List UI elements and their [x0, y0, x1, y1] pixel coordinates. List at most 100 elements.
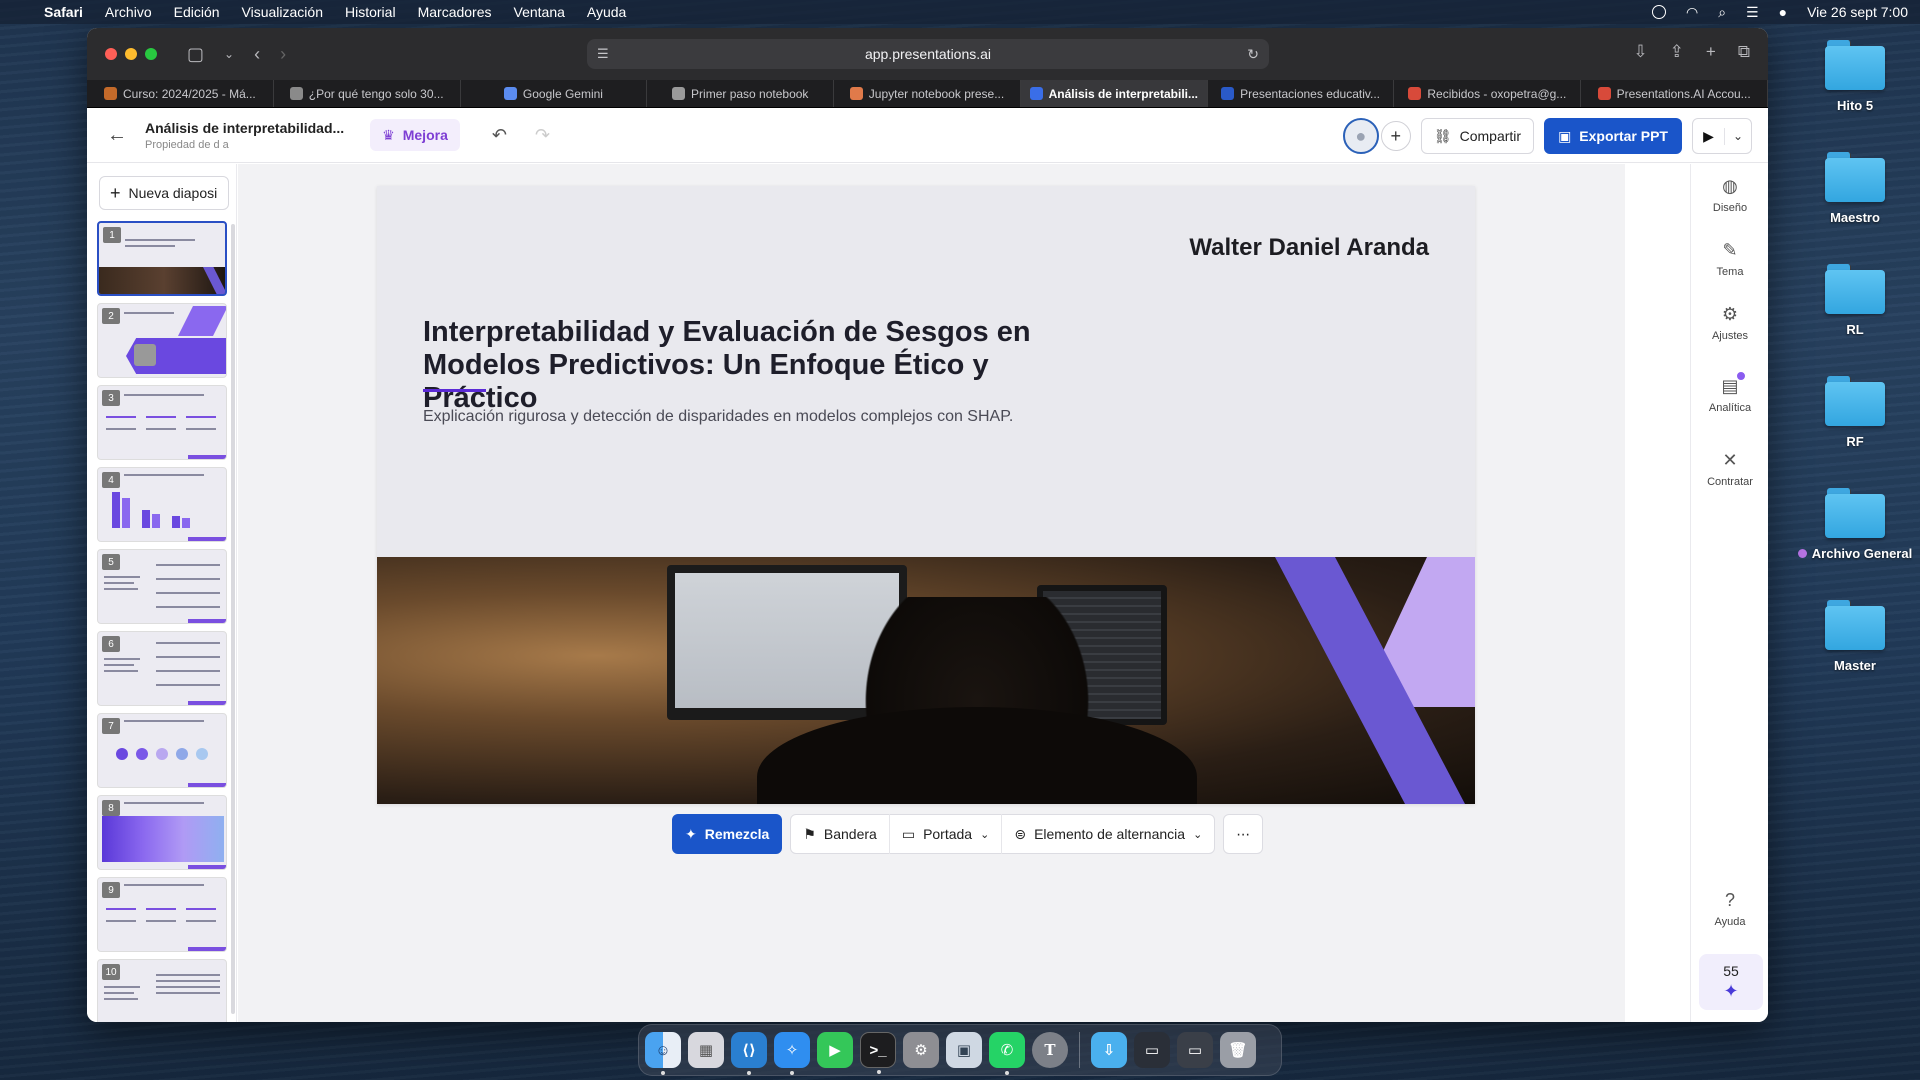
downloads-icon[interactable]: ⇩: [1633, 42, 1647, 62]
slide-author[interactable]: Walter Daniel Aranda: [1189, 234, 1429, 262]
menu-archivo[interactable]: Archivo: [105, 4, 152, 20]
facetime-icon[interactable]: ▶: [817, 1032, 853, 1068]
reload-icon[interactable]: ↻: [1247, 46, 1259, 63]
launchpad-icon[interactable]: ▦: [688, 1032, 724, 1068]
finder-icon[interactable]: ☺: [645, 1032, 681, 1075]
chevron-down-icon[interactable]: ⌄: [224, 47, 234, 61]
desktop-folder-maestro[interactable]: Maestro: [1790, 152, 1920, 225]
thumbnail-scrollbar[interactable]: [231, 224, 235, 1014]
minimize-window-button[interactable]: [125, 48, 137, 60]
redo-icon[interactable]: ↷: [535, 125, 550, 146]
safari-icon[interactable]: ✧: [774, 1032, 810, 1075]
address-bar[interactable]: ☰ app.presentations.ai ↻: [587, 39, 1269, 69]
upgrade-button[interactable]: ♛ Mejora: [370, 119, 460, 151]
browser-tab[interactable]: Google Gemini: [461, 80, 648, 107]
design-tool[interactable]: ◍ Diseño: [1691, 176, 1768, 214]
page-settings-icon[interactable]: ☰: [597, 46, 609, 62]
slide-thumbnail[interactable]: 9: [97, 877, 227, 952]
settings-tool[interactable]: ⚙ Ajustes: [1691, 304, 1768, 342]
spotlight-search-icon[interactable]: ⌕: [1718, 4, 1726, 21]
hire-tool[interactable]: ✕ Contratar: [1691, 450, 1768, 488]
flag-button[interactable]: ⚑ Bandera: [791, 814, 890, 854]
new-tab-icon[interactable]: +: [1706, 42, 1716, 62]
desktop-folder-rl[interactable]: RL: [1790, 264, 1920, 337]
slide-thumbnail[interactable]: 5: [97, 549, 227, 624]
add-collaborator-button[interactable]: +: [1380, 121, 1411, 151]
wifi-icon[interactable]: ◠: [1686, 4, 1698, 21]
browser-tab[interactable]: Jupyter notebook prese...: [834, 80, 1021, 107]
forward-icon[interactable]: ›: [280, 44, 286, 65]
chevron-down-icon[interactable]: ⌄: [1725, 129, 1751, 143]
desktop-folder-master[interactable]: Master: [1790, 600, 1920, 673]
analytics-tool[interactable]: ▤ Analítica: [1691, 370, 1768, 414]
system-settings-icon[interactable]: ⚙: [903, 1032, 939, 1068]
menu-edicion[interactable]: Edición: [174, 4, 220, 20]
theme-tool[interactable]: ✎ Tema: [1691, 240, 1768, 278]
new-slide-button[interactable]: + Nueva diaposi: [99, 176, 229, 210]
help-tool[interactable]: ? Ayuda: [1691, 890, 1768, 928]
browser-tab-active[interactable]: Análisis de interpretabili...: [1020, 80, 1208, 107]
tex-icon[interactable]: T: [1032, 1032, 1068, 1068]
trash-icon[interactable]: 🗑: [1220, 1032, 1256, 1068]
menu-visualizacion[interactable]: Visualización: [242, 4, 323, 20]
downloads-folder-icon[interactable]: ⇩: [1091, 1032, 1127, 1068]
remix-button[interactable]: ✦ Remezcla: [672, 814, 783, 854]
recent-window-icon[interactable]: ▭: [1134, 1032, 1170, 1068]
more-options-button[interactable]: ⋯: [1223, 814, 1264, 854]
terminal-icon[interactable]: >_: [860, 1032, 896, 1074]
browser-tab[interactable]: Recibidos - oxopetra@g...: [1394, 80, 1582, 107]
macos-menubar: Safari Archivo Edición Visualización His…: [0, 0, 1920, 24]
play-icon[interactable]: ▶: [1693, 127, 1725, 145]
recent-window-icon[interactable]: ▭: [1177, 1032, 1213, 1068]
whatsapp-icon[interactable]: ✆: [989, 1032, 1025, 1075]
slide-thumbnail[interactable]: 7: [97, 713, 227, 788]
desktop-folder-hito5[interactable]: Hito 5: [1790, 40, 1920, 113]
slide-subtitle[interactable]: Explicación rigurosa y detección de disp…: [423, 408, 1013, 426]
current-slide[interactable]: Walter Daniel Aranda Interpretabilidad y…: [377, 186, 1475, 804]
sidebar-toggle-icon[interactable]: ▢: [187, 44, 204, 65]
browser-tab[interactable]: Presentations.AI Accou...: [1581, 80, 1768, 107]
export-ppt-button[interactable]: ▣ Exportar PPT: [1544, 118, 1682, 154]
slide-thumbnail[interactable]: 4: [97, 467, 227, 542]
toggle-element-dropdown[interactable]: ⊜ Elemento de alternancia ⌄: [1002, 814, 1214, 854]
avatar[interactable]: ●: [1342, 118, 1379, 154]
menu-app-safari[interactable]: Safari: [44, 4, 83, 20]
cover-dropdown[interactable]: ▭ Portada ⌄: [890, 814, 1003, 854]
back-icon[interactable]: ‹: [254, 44, 260, 65]
slide-thumbnail[interactable]: 2: [97, 303, 227, 378]
menubar-datetime[interactable]: Vie 26 sept 7:00: [1807, 4, 1908, 20]
desktop-folder-archivo-general[interactable]: Archivo General: [1790, 488, 1920, 561]
menu-marcadores[interactable]: Marcadores: [418, 4, 492, 20]
back-arrow-icon[interactable]: ←: [107, 124, 127, 147]
menu-historial[interactable]: Historial: [345, 4, 396, 20]
browser-tab[interactable]: Curso: 2024/2025 - Má...: [87, 80, 274, 107]
zoom-window-button[interactable]: [145, 48, 157, 60]
slide-hero-image[interactable]: [377, 557, 1475, 804]
browser-tab[interactable]: Presentaciones educativ...: [1208, 80, 1395, 107]
close-window-button[interactable]: [105, 48, 117, 60]
share-icon[interactable]: ⇪: [1670, 42, 1684, 62]
slide-title[interactable]: Interpretabilidad y Evaluación de Sesgos…: [423, 316, 1063, 415]
folder-icon: [1825, 152, 1885, 202]
slide-thumbnail[interactable]: 1: [97, 221, 227, 296]
play-status-icon[interactable]: [1651, 5, 1666, 19]
menu-ayuda[interactable]: Ayuda: [587, 4, 626, 20]
browser-tab[interactable]: ¿Por qué tengo solo 30...: [274, 80, 461, 107]
tab-overview-icon[interactable]: ⧉: [1738, 42, 1750, 62]
preview-icon[interactable]: ▣: [946, 1032, 982, 1068]
menu-ventana[interactable]: Ventana: [514, 4, 565, 20]
document-title-block[interactable]: Análisis de interpretabilidad... Propied…: [145, 120, 344, 151]
browser-tab[interactable]: Primer paso notebook: [647, 80, 835, 107]
undo-icon[interactable]: ↶: [492, 125, 507, 146]
document-title[interactable]: Análisis de interpretabilidad...: [145, 120, 344, 136]
ai-credits-button[interactable]: 55 ✦: [1699, 954, 1763, 1010]
share-button[interactable]: ⛓ Compartir: [1420, 118, 1535, 154]
vscode-icon[interactable]: ⟨⟩: [731, 1032, 767, 1075]
slide-thumbnail[interactable]: 10: [97, 959, 227, 1022]
slide-thumbnail[interactable]: 6: [97, 631, 227, 706]
control-center-icon[interactable]: ☰: [1746, 4, 1759, 21]
siri-icon[interactable]: ●: [1779, 4, 1787, 20]
slide-thumbnail[interactable]: 8: [97, 795, 227, 870]
desktop-folder-rf[interactable]: RF: [1790, 376, 1920, 449]
slide-thumbnail[interactable]: 3: [97, 385, 227, 460]
